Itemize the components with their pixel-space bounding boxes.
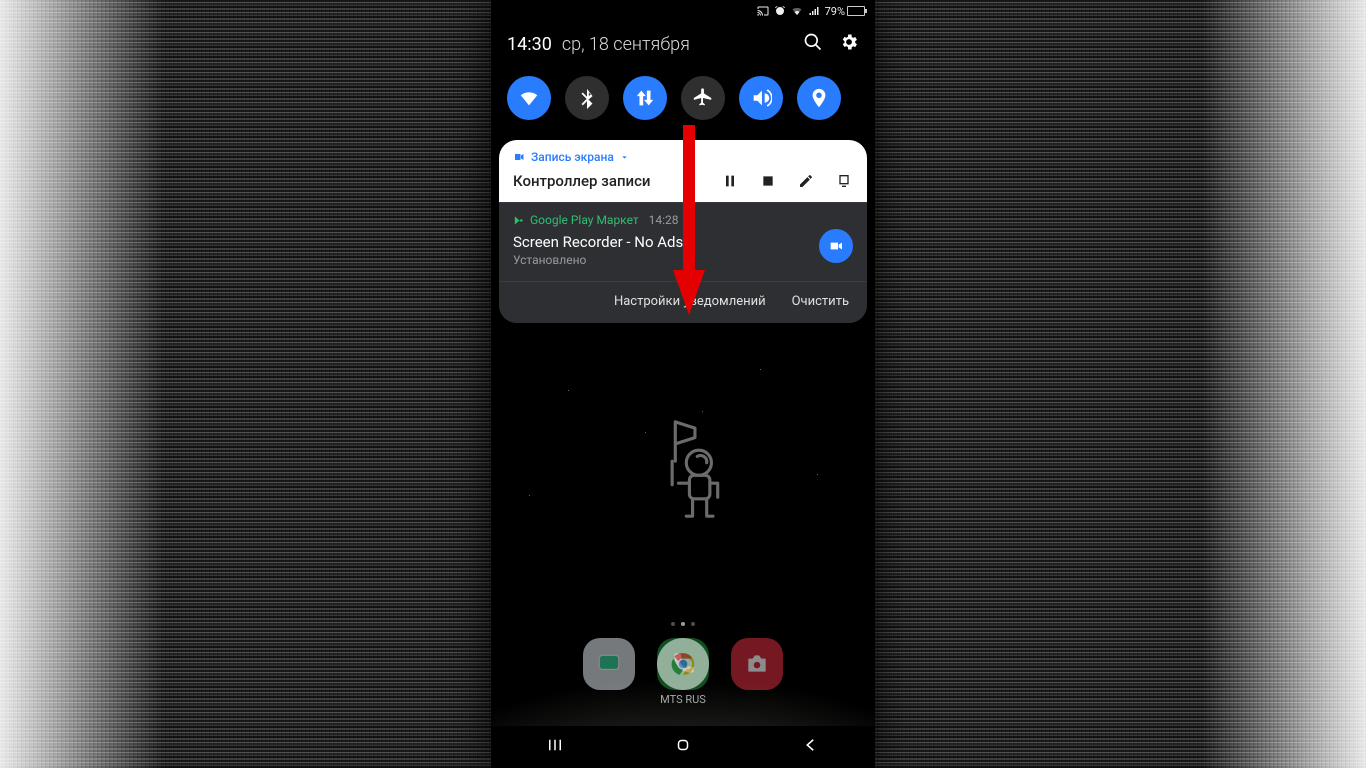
qs-mobile-data[interactable] xyxy=(623,76,667,120)
notification-app-icon[interactable] xyxy=(819,229,853,263)
data-arrows-icon xyxy=(634,87,656,109)
app-camera[interactable] xyxy=(731,638,783,690)
notification-app-label[interactable]: Запись экрана xyxy=(513,150,853,164)
shade-header: 14:30 ср, 18 сентября xyxy=(491,22,875,70)
statusbar: 79% xyxy=(491,0,875,22)
astronaut-decoration xyxy=(651,414,731,528)
app-messages[interactable] xyxy=(583,638,635,690)
notification-app-label[interactable]: Google Play Маркет 14:28 xyxy=(513,213,853,227)
chrome-icon xyxy=(670,651,696,677)
search-button[interactable] xyxy=(803,32,823,56)
notification-screen-record[interactable]: Запись экрана Контроллер записи xyxy=(499,140,867,202)
cast-icon xyxy=(757,5,769,17)
alarm-icon xyxy=(774,5,786,17)
qs-bluetooth[interactable] xyxy=(565,76,609,120)
date-label: ср, 18 сентября xyxy=(562,34,690,55)
wifi-icon xyxy=(791,5,803,17)
nav-home[interactable] xyxy=(674,736,692,758)
carrier-label: MTS RUS xyxy=(491,693,875,706)
notification-title: Контроллер записи xyxy=(513,172,650,190)
stop-button[interactable] xyxy=(759,172,777,190)
draw-button[interactable] xyxy=(797,172,815,190)
qs-location[interactable] xyxy=(797,76,841,120)
pause-icon xyxy=(722,173,738,189)
settings-button[interactable] xyxy=(839,32,859,56)
notification-google-play[interactable]: Google Play Маркет 14:28 Screen Recorder… xyxy=(499,202,867,281)
navigation-bar xyxy=(491,726,875,768)
notification-time: 14:28 xyxy=(649,213,679,227)
signal-icon xyxy=(808,5,820,17)
page-indicator xyxy=(491,622,875,626)
google-play-icon xyxy=(513,215,524,226)
pencil-icon xyxy=(798,173,814,189)
bluetooth-icon xyxy=(576,87,598,109)
messages-icon xyxy=(596,651,622,677)
notification-subtitle: Установлено xyxy=(513,253,853,267)
home-icon xyxy=(674,736,692,754)
notification-app-name: Google Play Маркет xyxy=(530,213,639,227)
camcorder-icon xyxy=(828,238,844,254)
stop-icon xyxy=(760,173,776,189)
date-time[interactable]: 14:30 ср, 18 сентября xyxy=(507,34,690,55)
battery-percent: 79% xyxy=(825,5,845,18)
phone-frame: 79% 14:30 ср, 18 сентября xyxy=(491,0,875,768)
app-chrome[interactable] xyxy=(657,638,709,690)
camera-icon xyxy=(744,651,770,677)
notifications-panel: Запись экрана Контроллер записи Google P… xyxy=(499,140,867,323)
camcorder-icon xyxy=(513,151,525,163)
battery-indicator: 79% xyxy=(825,5,865,18)
nav-recents[interactable] xyxy=(546,736,564,758)
recents-icon xyxy=(546,736,564,754)
notification-app-name: Запись экрана xyxy=(531,150,614,164)
qs-airplane[interactable] xyxy=(681,76,725,120)
back-icon xyxy=(802,736,820,754)
gear-icon xyxy=(839,32,859,52)
pause-button[interactable] xyxy=(721,172,739,190)
chevron-down-icon xyxy=(620,153,629,162)
location-icon xyxy=(808,87,830,109)
camera-front-icon xyxy=(836,173,852,189)
camera-overlay-button[interactable] xyxy=(835,172,853,190)
qs-wifi[interactable] xyxy=(507,76,551,120)
battery-icon xyxy=(847,6,865,16)
quick-settings xyxy=(491,70,875,140)
notification-title: Screen Recorder - No Ads xyxy=(513,233,853,251)
record-controls xyxy=(721,172,853,190)
time-label: 14:30 xyxy=(507,34,552,55)
notification-footer: Настройки уведомлений Очистить xyxy=(499,281,867,323)
wifi-icon xyxy=(518,87,540,109)
notification-settings-button[interactable]: Настройки уведомлений xyxy=(614,294,766,309)
clear-all-button[interactable]: Очистить xyxy=(792,294,849,309)
app-dock xyxy=(491,638,875,690)
volume-icon xyxy=(750,87,772,109)
qs-sound[interactable] xyxy=(739,76,783,120)
search-icon xyxy=(803,32,823,52)
nav-back[interactable] xyxy=(802,736,820,758)
airplane-icon xyxy=(692,87,714,109)
